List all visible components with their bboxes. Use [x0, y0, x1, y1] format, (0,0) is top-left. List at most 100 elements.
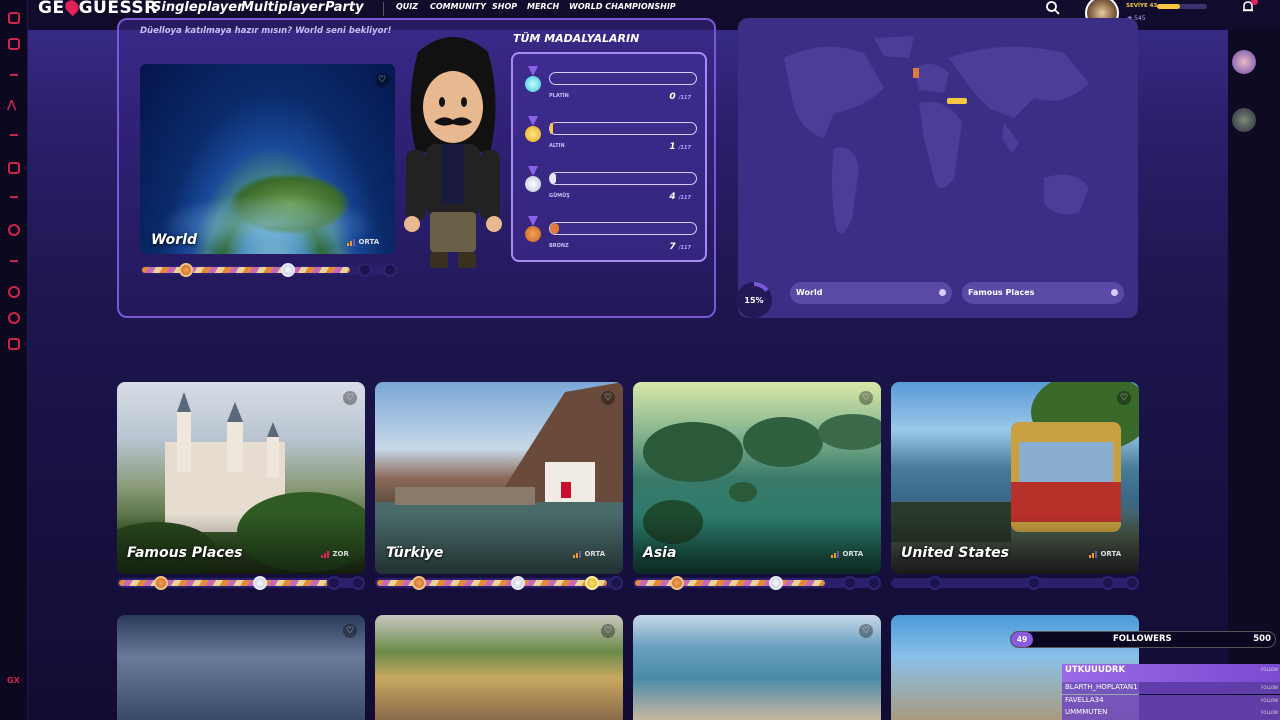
- favorite-heart-icon[interactable]: ♡: [343, 391, 357, 405]
- followers-goal-bar: 49 FOLLOWERS 500: [1010, 631, 1276, 648]
- medal-name: ALTIN: [549, 143, 565, 149]
- medal-name: BRONZ: [549, 243, 569, 249]
- clock-icon[interactable]: [8, 286, 20, 298]
- difficulty-label: ORTA: [358, 238, 380, 246]
- nav-merch[interactable]: MERCH: [527, 2, 559, 11]
- ribbon-icon: [528, 66, 538, 76]
- difficulty-badge: ORTA: [831, 550, 863, 558]
- medal-count-value: 4: [669, 192, 676, 202]
- sidebar-label: GX: [7, 676, 20, 685]
- sidebar-arrow-icon[interactable]: ⋀: [7, 98, 16, 111]
- gold-medal-empty-icon: [843, 576, 857, 590]
- medal-count: 0 /117: [669, 92, 691, 102]
- ribbon-icon: [528, 116, 538, 126]
- favorite-heart-icon[interactable]: ♡: [343, 624, 357, 638]
- medal-count: 4 /117: [669, 192, 691, 202]
- difficulty-badge: ORTA: [1089, 550, 1121, 558]
- bronze-medal-icon: [525, 226, 541, 242]
- sidebar-divider: [10, 134, 18, 136]
- favorite-heart-icon[interactable]: ♡: [601, 391, 615, 405]
- nav-multiplayer[interactable]: Multiplayer: [241, 0, 324, 15]
- friend-avatar[interactable]: [1232, 50, 1256, 74]
- bronze-medal-icon: [179, 263, 193, 277]
- card-title: Asia: [643, 545, 677, 561]
- card-shade: [891, 514, 1139, 574]
- follower-row: FAVELLA34 FOLLOW: [1062, 695, 1280, 707]
- sidebar-divider: [10, 260, 18, 262]
- map-filter-label: Famous Places: [968, 288, 1035, 297]
- follower-row: BLARTH_HOPLATAN1 FOLLOW: [1062, 682, 1280, 694]
- nav-singleplayer[interactable]: Singleplayer: [152, 0, 244, 15]
- silver-medal-icon: [281, 263, 295, 277]
- left-sidebar: ⋀ GX: [0, 0, 28, 720]
- medal-bar: [549, 222, 697, 235]
- search-icon[interactable]: [1045, 0, 1061, 16]
- map-card[interactable]: [117, 615, 365, 720]
- difficulty-label: ZOR: [332, 550, 349, 558]
- favorite-heart-icon[interactable]: ♡: [375, 73, 389, 87]
- difficulty-badge: ORTA: [573, 550, 605, 558]
- completion-percent: 15%: [740, 286, 768, 314]
- map-filter-label: World: [796, 288, 823, 297]
- nav-shop[interactable]: SHOP: [492, 2, 517, 11]
- nav-quiz[interactable]: QUIZ: [396, 2, 418, 11]
- nav-world-championship[interactable]: WORLD CHAMPIONSHIP: [569, 2, 676, 11]
- difficulty-label: ORTA: [1100, 550, 1122, 558]
- follower-row: UTKUUUDRK FOLLOW: [1062, 664, 1280, 682]
- favorite-heart-icon[interactable]: ♡: [859, 624, 873, 638]
- medal-count: 1 /117: [669, 142, 691, 152]
- nav-community[interactable]: COMMUNITY: [430, 2, 486, 11]
- platinum-medal-empty-icon: [1125, 576, 1139, 590]
- medal-count-value: 7: [669, 242, 676, 252]
- nav-party[interactable]: Party: [325, 0, 364, 15]
- map-filter-famous-places[interactable]: Famous Places: [962, 282, 1124, 304]
- sidebar-icon-3[interactable]: [8, 224, 20, 236]
- map-filter-world[interactable]: World: [790, 282, 952, 304]
- silver-medal-icon: [769, 576, 783, 590]
- medal-name: PLATİN: [549, 93, 569, 99]
- card-title: United States: [901, 545, 1009, 561]
- map-card[interactable]: [633, 615, 881, 720]
- follow-tag: FOLLOW: [1261, 710, 1278, 715]
- nav-separator: [383, 2, 384, 16]
- twitch-icon[interactable]: [8, 162, 20, 174]
- medal-count-value: 0: [669, 92, 676, 102]
- ribbon-icon: [528, 216, 538, 226]
- favorite-heart-icon[interactable]: ♡: [1117, 391, 1131, 405]
- medal-bar: [549, 72, 697, 85]
- follow-tag: FOLLOW: [1261, 685, 1278, 690]
- card-title: Famous Places: [127, 545, 243, 561]
- platinum-medal-empty-icon: [867, 576, 881, 590]
- favorite-heart-icon[interactable]: ♡: [859, 391, 873, 405]
- medal-progress-fill: [142, 267, 350, 273]
- card-shade: [633, 514, 881, 574]
- gold-medal-icon: [525, 126, 541, 142]
- follow-tag: FOLLOW: [1261, 667, 1278, 672]
- map-card[interactable]: [375, 615, 623, 720]
- medal-row-bronze: BRONZ 7 /117: [525, 216, 701, 262]
- medal-total: /117: [678, 245, 691, 251]
- friend-avatar[interactable]: [1232, 108, 1256, 132]
- favorite-heart-icon[interactable]: ♡: [601, 624, 615, 638]
- geoguessr-logo[interactable]: GE GUESSR: [38, 0, 158, 18]
- followers-goal: 500: [1253, 634, 1271, 644]
- medal-row-platinum: PLATİN 0 /117: [525, 66, 701, 112]
- follower-name: UTKUUUDRK: [1065, 665, 1126, 675]
- pin-icon: [62, 0, 81, 17]
- gold-medal-empty-icon: [358, 263, 372, 277]
- difficulty-badge: ZOR: [321, 550, 349, 558]
- medal-progress-fill: [635, 580, 825, 586]
- sidebar-icon-2[interactable]: [8, 38, 20, 50]
- world-map-image[interactable]: [140, 64, 395, 254]
- medals-box: PLATİN 0 /117 ALTIN 1 /117 GÜMÜŞ 4 /117 …: [511, 52, 707, 262]
- gold-medal-icon: [585, 576, 599, 590]
- medal-total: /117: [678, 195, 691, 201]
- card-shade: [117, 514, 365, 574]
- difficulty-badge: ORTA: [347, 238, 379, 246]
- sidebar-icon-4[interactable]: [8, 312, 20, 324]
- world-progress-map[interactable]: [744, 28, 1134, 268]
- completion-ring: 15%: [736, 282, 772, 318]
- medal-progress-track: [891, 576, 1139, 590]
- gear-icon[interactable]: [8, 338, 20, 350]
- sidebar-icon-1[interactable]: [8, 12, 20, 24]
